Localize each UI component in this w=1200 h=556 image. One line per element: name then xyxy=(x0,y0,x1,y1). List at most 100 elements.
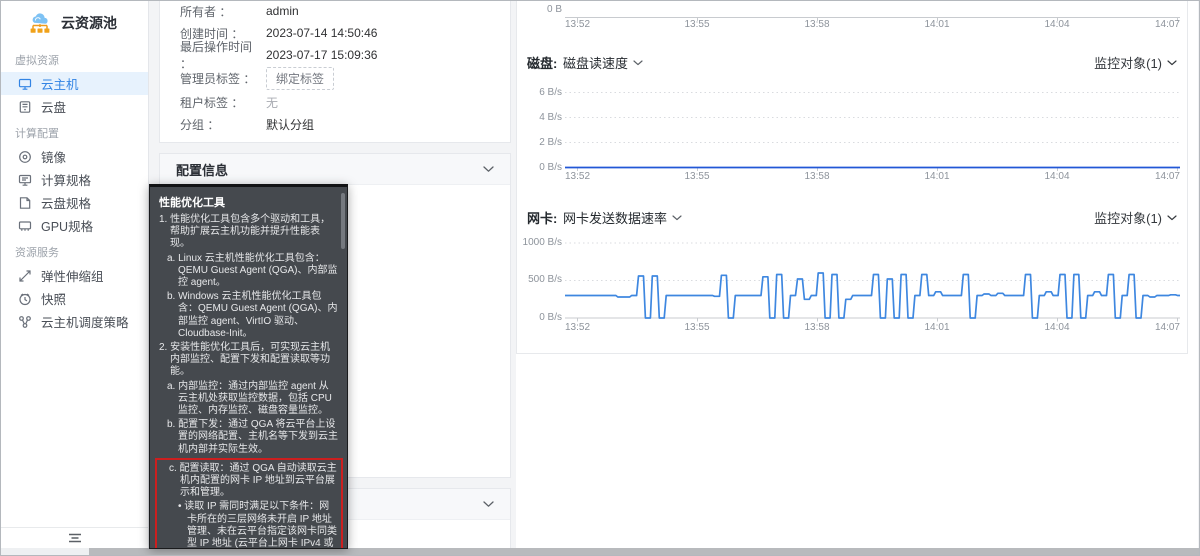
schedule-policy-icon xyxy=(18,315,32,329)
x-tick: 14:01 xyxy=(924,322,949,333)
x-tick: 13:55 xyxy=(684,19,709,30)
sidebar-item-cloud-host[interactable]: 云主机 xyxy=(1,72,148,95)
sidebar-item-snapshot[interactable]: 快照 xyxy=(1,287,148,310)
detail-row-group: 分组 ： 默认分组 xyxy=(180,113,510,135)
disk-metric-label: 磁盘读速度 xyxy=(563,53,628,72)
chevron-down-icon[interactable] xyxy=(483,501,494,508)
x-tick: 14:07 xyxy=(1155,19,1180,30)
nic-metric-label: 网卡发送数据速率 xyxy=(563,208,667,227)
sidebar-item-image[interactable]: 镜像 xyxy=(1,145,148,168)
tooltip-paragraph: c. 配置读取：通过 QGA 自动读取云主机内配置的网卡 IP 地址到云平台展示… xyxy=(169,463,338,500)
performance-tools-tooltip: 性能优化工具 1. 性能优化工具包含多个驱动和工具，帮助扩展云主机功能并提升性能… xyxy=(149,184,348,549)
tooltip-scrollbar[interactable] xyxy=(341,193,345,249)
chevron-down-icon xyxy=(672,215,682,221)
x-tick: 14:07 xyxy=(1155,322,1180,333)
cloud-pool-logo-icon xyxy=(28,12,52,34)
app-title: 云资源池 xyxy=(61,13,117,33)
snapshot-icon xyxy=(18,292,32,306)
x-tick: 13:55 xyxy=(684,322,709,333)
cloud-disk-icon xyxy=(18,100,32,114)
instance-detail-card: 所有者 ： admin 创建时间 ： 2023-07-14 14:50:46 最… xyxy=(159,0,511,143)
x-tick: 13:58 xyxy=(804,171,829,182)
disk-chart-header: 磁盘: 磁盘读速度 监控对象(1) xyxy=(517,50,1189,72)
tooltip-paragraph: b. 配置下发：通过 QGA 将云平台上设置的网络配置、主机名等下发到云主机内部… xyxy=(167,419,338,456)
nic-chart-x-ticks: 13:52 13:55 13:58 14:01 14:04 14:07 xyxy=(517,322,1189,334)
detail-value: admin xyxy=(266,4,299,18)
x-tick: 13:55 xyxy=(684,171,709,182)
sidebar-section-compute-config: 计算配置 xyxy=(1,127,148,141)
monitor-card: 0 B 13:52 13:55 13:58 14:01 14:04 14:07 … xyxy=(516,0,1188,354)
tooltip-paragraph: b. Windows 云主机性能优化工具包含：QEMU Guest Agent … xyxy=(167,291,338,340)
sidebar-section-virtual-resources: 虚拟资源 xyxy=(1,54,148,68)
sidebar-item-schedule-policy[interactable]: 云主机调度策略 xyxy=(1,310,148,333)
sidebar: 云资源池 虚拟资源 云主机 云盘 计算配置 xyxy=(1,1,149,555)
collapse-sidebar-icon[interactable] xyxy=(68,533,82,543)
chevron-down-icon xyxy=(633,60,643,66)
autoscaling-icon xyxy=(18,269,32,283)
chevron-down-icon xyxy=(1167,215,1177,221)
detail-value: 2023-07-14 14:50:46 xyxy=(266,26,377,40)
horizontal-scrollbar-thumb[interactable] xyxy=(89,548,1199,555)
x-tick: 14:04 xyxy=(1044,171,1069,182)
top-chart-x-ticks: 13:52 13:55 13:58 14:01 14:04 14:07 xyxy=(517,19,1189,31)
sidebar-item-label: 云主机调度策略 xyxy=(41,312,129,331)
disk-metric-dropdown[interactable]: 磁盘读速度 xyxy=(563,53,643,72)
detail-row-last-operated: 最后操作时间 ： 2023-07-17 15:09:36 xyxy=(180,44,510,66)
horizontal-scrollbar[interactable] xyxy=(1,548,1199,555)
config-info-section-header[interactable]: 配置信息 xyxy=(160,154,510,185)
nic-monitor-objects-dropdown[interactable]: 监控对象(1) xyxy=(1094,208,1177,227)
tooltip-paragraph: a. 内部监控：通过内部监控 agent 从云主机处获取监控数据，包括 CPU … xyxy=(167,381,338,418)
sidebar-item-autoscaling[interactable]: 弹性伸缩组 xyxy=(1,264,148,287)
sidebar-item-label: 镜像 xyxy=(41,147,66,166)
detail-label: 租户标签 ： xyxy=(180,94,266,111)
nic-chart-plot xyxy=(517,235,1189,335)
gpu-spec-icon xyxy=(18,219,32,233)
x-tick: 14:04 xyxy=(1044,322,1069,333)
sidebar-item-label: 计算规格 xyxy=(41,170,91,189)
detail-value: 默认分组 xyxy=(266,116,314,133)
x-tick: 14:04 xyxy=(1044,19,1069,30)
sidebar-item-label: 云盘 xyxy=(41,97,66,116)
chevron-down-icon[interactable] xyxy=(483,166,494,173)
detail-label: 最后操作时间 ： xyxy=(180,38,266,72)
disk-monitor-objects-dropdown[interactable]: 监控对象(1) xyxy=(1094,53,1177,72)
tooltip-paragraph: 2. 安装性能优化工具后，可实现云主机内部监控、配置下发和配置读取等功能。 xyxy=(159,342,338,379)
x-tick: 14:01 xyxy=(924,19,949,30)
image-icon xyxy=(18,150,32,164)
sidebar-item-cloud-disk[interactable]: 云盘 xyxy=(1,95,148,118)
tooltip-title: 性能优化工具 xyxy=(159,194,338,210)
disk-chart-plot xyxy=(517,85,1189,185)
x-tick: 13:52 xyxy=(565,171,590,182)
monitor-objects-label: 监控对象(1) xyxy=(1094,208,1162,227)
detail-value: 2023-07-17 15:09:36 xyxy=(266,48,377,62)
sidebar-item-compute-spec[interactable]: 计算规格 xyxy=(1,168,148,191)
chevron-down-icon xyxy=(1167,60,1177,66)
compute-spec-icon xyxy=(18,173,32,187)
nic-chart-header: 网卡: 网卡发送数据速率 监控对象(1) xyxy=(517,205,1189,227)
disk-spec-icon xyxy=(18,196,32,210)
sidebar-item-label: 快照 xyxy=(41,289,66,308)
monitor-objects-label: 监控对象(1) xyxy=(1094,53,1162,72)
app-window: 云资源池 虚拟资源 云主机 云盘 计算配置 xyxy=(0,0,1200,556)
tooltip-paragraph: 1. 性能优化工具包含多个驱动和工具，帮助扩展云主机功能并提升性能表现。 xyxy=(159,214,338,251)
sidebar-item-disk-spec[interactable]: 云盘规格 xyxy=(1,191,148,214)
detail-label: 分组 ： xyxy=(180,116,266,133)
logo: 云资源池 xyxy=(1,1,148,45)
detail-row-admin-tag: 管理员标签 ： 绑定标签 xyxy=(180,66,510,91)
disk-category-label: 磁盘: xyxy=(527,53,557,72)
x-tick: 13:52 xyxy=(565,322,590,333)
sidebar-item-gpu-spec[interactable]: GPU规格 xyxy=(1,214,148,237)
red-highlight-box: c. 配置读取：通过 QGA 自动读取云主机内配置的网卡 IP 地址到云平台展示… xyxy=(155,458,343,549)
sidebar-section-resource-services: 资源服务 xyxy=(1,246,148,260)
nic-category-label: 网卡: xyxy=(527,208,557,227)
x-tick: 14:01 xyxy=(924,171,949,182)
sidebar-item-label: 云主机 xyxy=(41,74,79,93)
sidebar-item-label: 云盘规格 xyxy=(41,193,91,212)
sidebar-item-label: 弹性伸缩组 xyxy=(41,266,104,285)
x-tick: 13:58 xyxy=(804,322,829,333)
bind-tag-button[interactable]: 绑定标签 xyxy=(266,67,334,90)
tooltip-bullet: 读取 IP 需同时满足以下条件：网卡所在的三层网络未开启 IP 地址管理、未在云… xyxy=(178,501,338,549)
section-title: 配置信息 xyxy=(176,160,228,179)
nic-metric-dropdown[interactable]: 网卡发送数据速率 xyxy=(563,208,682,227)
detail-label: 所有者 ： xyxy=(180,3,266,20)
